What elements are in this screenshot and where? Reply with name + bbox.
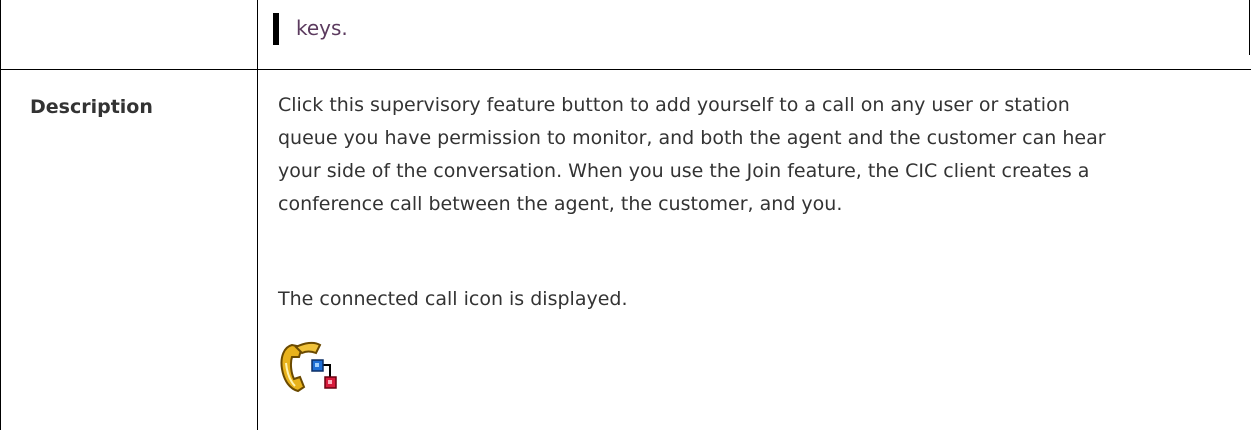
description-paragraph: Click this supervisory feature button to… [278,94,1106,215]
table-right-border [1249,0,1250,55]
table-column-divider [257,0,258,430]
table-row-divider [0,69,1251,70]
description-label: Description [30,96,153,118]
table-left-border [0,0,1,430]
description-paragraph-2: The connected call icon is displayed. [278,288,628,310]
keys-text: keys. [296,16,348,40]
connected-call-icon [278,339,358,399]
note-bar [273,13,279,45]
